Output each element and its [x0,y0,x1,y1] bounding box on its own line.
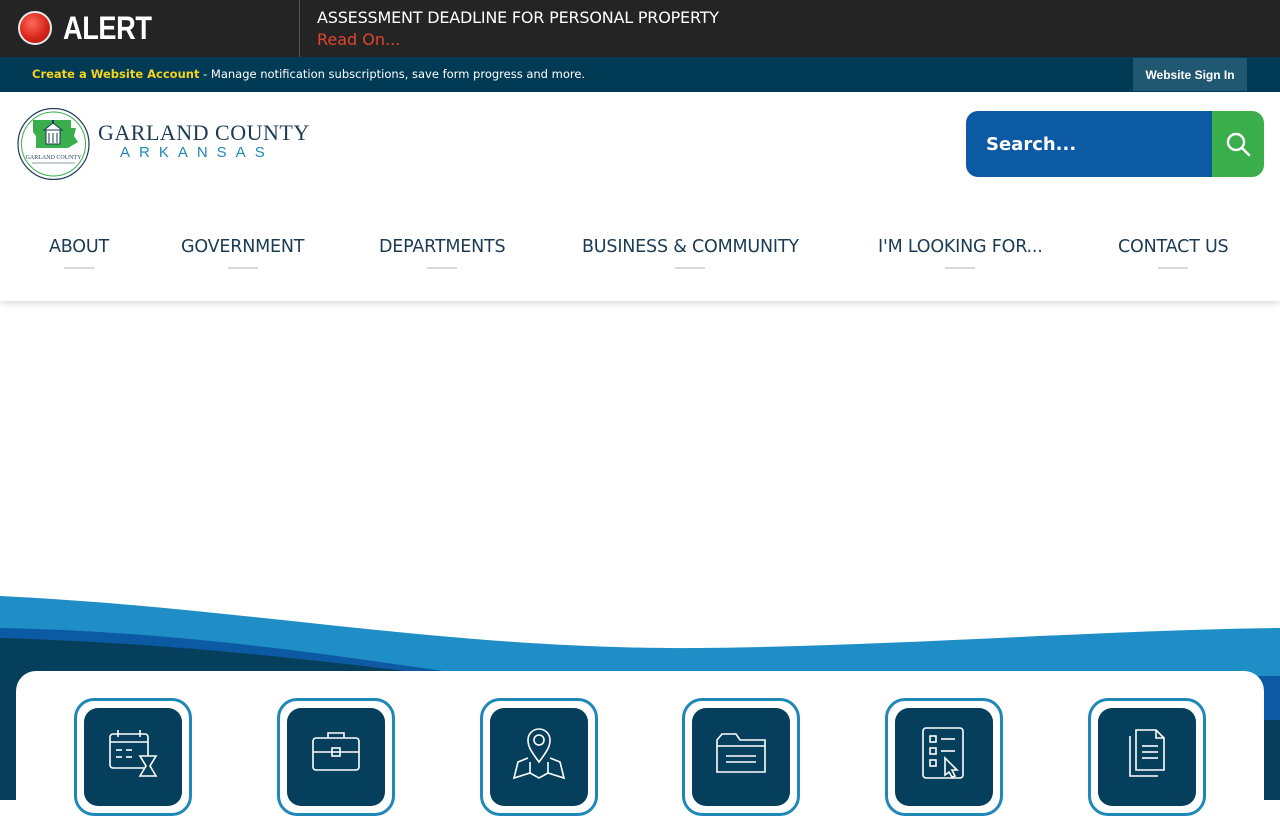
alert-title: ASSESSMENT DEADLINE FOR PERSONAL PROPERT… [317,8,719,27]
state-name: ARKANSAS [120,144,274,161]
folder-icon [716,733,766,773]
account-bar: Create a Website Account - Manage notifi… [0,57,1280,92]
search-box [966,111,1264,177]
nav-government[interactable]: GOVERNMENT [181,237,304,257]
search-input[interactable] [966,111,1222,177]
alert-icon [18,11,52,45]
quick-link-records[interactable] [682,698,800,816]
county-seal-logo[interactable]: GARLAND COUNTY [16,107,91,181]
quick-link-forms[interactable] [885,698,1003,816]
seal-text: GARLAND COUNTY [26,155,82,161]
nav-departments[interactable]: DEPARTMENTS [379,237,506,257]
search-icon [1226,132,1251,157]
website-sign-in-button[interactable]: Website Sign In [1133,58,1247,91]
nav-im-looking-for[interactable]: I'M LOOKING FOR... [878,237,1043,257]
nav-contact-us[interactable]: CONTACT US [1118,237,1229,257]
quick-link-documents[interactable] [1088,698,1206,816]
site-header: GARLAND COUNTY GARLAND COUNTY ARKANSAS A… [0,92,1280,301]
documents-icon [1129,729,1165,777]
quick-link-jobs[interactable] [277,698,395,816]
alert-label-area: ALERT [0,0,300,57]
nav-about[interactable]: ABOUT [49,237,109,257]
quick-link-map[interactable] [480,698,598,816]
calendar-icon [109,730,158,777]
nav-business-community[interactable]: BUSINESS & COMMUNITY [582,237,799,257]
checklist-icon [922,727,964,779]
map-pin-icon [512,728,566,780]
quick-link-calendar[interactable] [74,698,192,816]
alert-bar: ALERT ASSESSMENT DEADLINE FOR PERSONAL P… [0,0,1280,57]
account-description: - Manage notification subscriptions, sav… [199,67,586,81]
briefcase-icon [312,732,360,771]
alert-read-on-link[interactable]: Read On... [317,30,400,49]
search-button[interactable] [1212,111,1264,177]
main-navigation: ABOUT GOVERNMENT DEPARTMENTS BUSINESS & … [0,237,1280,277]
account-message: Create a Website Account - Manage notifi… [32,67,585,81]
create-account-link[interactable]: Create a Website Account [32,67,199,81]
alert-label: ALERT [63,10,152,46]
quick-links-panel [16,671,1264,831]
county-name[interactable]: GARLAND COUNTY [98,120,310,146]
